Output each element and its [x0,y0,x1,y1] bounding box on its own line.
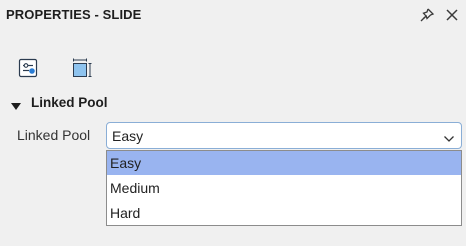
properties-tab-bar [0,30,466,90]
linked-pool-section-header[interactable]: Linked Pool [0,92,466,114]
dropdown-option-easy[interactable]: Easy [107,151,461,175]
panel-title: PROPERTIES - SLIDE [6,7,142,22]
close-icon[interactable] [443,6,461,24]
dropdown-option-medium[interactable]: Medium [107,176,461,200]
linked-pool-label: Linked Pool [17,127,91,143]
section-title: Linked Pool [31,95,108,110]
chevron-down-icon[interactable] [443,131,455,142]
panel-title-bar: PROPERTIES - SLIDE [0,0,466,30]
slide-size-icon[interactable] [70,56,94,80]
linked-pool-dropdown-list: Easy Medium Hard [106,150,462,226]
linked-pool-select[interactable]: Easy [106,122,462,149]
pin-icon[interactable] [418,6,436,24]
select-value: Easy [112,128,144,144]
slide-settings-icon[interactable] [16,56,40,80]
collapse-triangle-icon[interactable] [11,98,21,110]
dropdown-option-hard[interactable]: Hard [107,201,461,225]
